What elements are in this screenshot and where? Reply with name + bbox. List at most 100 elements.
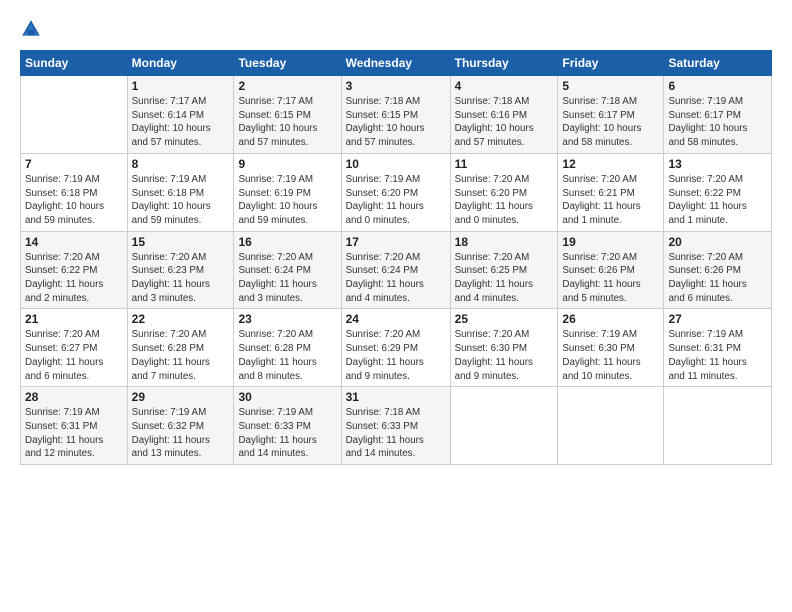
column-header-wednesday: Wednesday	[341, 51, 450, 76]
day-number: 23	[238, 312, 336, 326]
calendar-cell: 5Sunrise: 7:18 AM Sunset: 6:17 PM Daylig…	[558, 76, 664, 154]
column-header-saturday: Saturday	[664, 51, 772, 76]
day-info: Sunrise: 7:19 AM Sunset: 6:20 PM Dayligh…	[346, 173, 446, 228]
day-info: Sunrise: 7:17 AM Sunset: 6:15 PM Dayligh…	[238, 95, 336, 150]
day-number: 19	[562, 235, 659, 249]
day-info: Sunrise: 7:20 AM Sunset: 6:29 PM Dayligh…	[346, 328, 446, 383]
calendar-week-4: 21 Sunrise: 7:20 AM Sunset: 6:27 PM Dayli…	[21, 309, 772, 387]
day-info: Sunrise: 7:19 AM Sunset: 6:30 PM Dayligh…	[562, 328, 659, 383]
day-info: Sunrise: 7:20 AM Sunset: 6:24 PM Dayligh…	[238, 251, 336, 306]
day-info: Sunrise: 7:19 AM Sunset: 6:18 PM Dayligh…	[132, 173, 230, 228]
day-info: Sunrise: 7:19 AM Sunset: 6:19 PM Dayligh…	[238, 173, 336, 228]
day-number: 13	[668, 157, 767, 171]
day-info: Sunrise: 7:18 AM Sunset: 6:15 PM Dayligh…	[346, 95, 446, 150]
calendar-cell	[21, 76, 128, 154]
day-info: Sunrise: 7:19 AM Sunset: 6:31 PM Dayligh…	[668, 328, 767, 383]
calendar-week-2: 7 Sunrise: 7:19 AM Sunset: 6:18 PM Daylig…	[21, 153, 772, 231]
calendar-cell: 30 Sunrise: 7:19 AM Sunset: 6:33 PM Dayli…	[234, 387, 341, 465]
calendar-cell: 11 Sunrise: 7:20 AM Sunset: 6:20 PM Dayli…	[450, 153, 558, 231]
calendar-cell: 15Sunrise: 7:20 AM Sunset: 6:23 PM Dayli…	[127, 231, 234, 309]
day-number: 17	[346, 235, 446, 249]
calendar-cell: 31 Sunrise: 7:18 AM Sunset: 6:33 PM Dayli…	[341, 387, 450, 465]
day-info: Sunrise: 7:20 AM Sunset: 6:28 PM Dayligh…	[132, 328, 230, 383]
calendar-week-3: 14Sunrise: 7:20 AM Sunset: 6:22 PM Dayli…	[21, 231, 772, 309]
calendar-cell: 6 Sunrise: 7:19 AM Sunset: 6:17 PM Daylig…	[664, 76, 772, 154]
calendar-cell: 19 Sunrise: 7:20 AM Sunset: 6:26 PM Dayli…	[558, 231, 664, 309]
day-info: Sunrise: 7:20 AM Sunset: 6:20 PM Dayligh…	[455, 173, 554, 228]
day-info: Sunrise: 7:20 AM Sunset: 6:26 PM Dayligh…	[562, 251, 659, 306]
calendar-cell: 25Sunrise: 7:20 AM Sunset: 6:30 PM Dayli…	[450, 309, 558, 387]
calendar-cell	[664, 387, 772, 465]
logo-icon	[20, 18, 42, 40]
day-info: Sunrise: 7:19 AM Sunset: 6:18 PM Dayligh…	[25, 173, 123, 228]
day-info: Sunrise: 7:20 AM Sunset: 6:21 PM Dayligh…	[562, 173, 659, 228]
calendar-cell: 27 Sunrise: 7:19 AM Sunset: 6:31 PM Dayli…	[664, 309, 772, 387]
day-number: 6	[668, 79, 767, 93]
calendar-cell: 9Sunrise: 7:19 AM Sunset: 6:19 PM Daylig…	[234, 153, 341, 231]
calendar-body: 1 Sunrise: 7:17 AM Sunset: 6:14 PM Daylig…	[21, 76, 772, 465]
calendar-cell	[450, 387, 558, 465]
calendar-cell: 18 Sunrise: 7:20 AM Sunset: 6:25 PM Dayli…	[450, 231, 558, 309]
calendar-cell: 2 Sunrise: 7:17 AM Sunset: 6:15 PM Daylig…	[234, 76, 341, 154]
calendar-cell: 20 Sunrise: 7:20 AM Sunset: 6:26 PM Dayli…	[664, 231, 772, 309]
calendar-cell: 4 Sunrise: 7:18 AM Sunset: 6:16 PM Daylig…	[450, 76, 558, 154]
calendar-cell: 13 Sunrise: 7:20 AM Sunset: 6:22 PM Dayli…	[664, 153, 772, 231]
day-number: 2	[238, 79, 336, 93]
day-number: 29	[132, 390, 230, 404]
calendar-cell: 10 Sunrise: 7:19 AM Sunset: 6:20 PM Dayli…	[341, 153, 450, 231]
day-info: Sunrise: 7:20 AM Sunset: 6:24 PM Dayligh…	[346, 251, 446, 306]
calendar-cell: 16 Sunrise: 7:20 AM Sunset: 6:24 PM Dayli…	[234, 231, 341, 309]
day-info: Sunrise: 7:18 AM Sunset: 6:16 PM Dayligh…	[455, 95, 554, 150]
calendar-cell	[558, 387, 664, 465]
day-number: 4	[455, 79, 554, 93]
day-number: 31	[346, 390, 446, 404]
day-number: 11	[455, 157, 554, 171]
day-number: 26	[562, 312, 659, 326]
day-number: 10	[346, 157, 446, 171]
day-info: Sunrise: 7:19 AM Sunset: 6:17 PM Dayligh…	[668, 95, 767, 150]
calendar-cell: 8Sunrise: 7:19 AM Sunset: 6:18 PM Daylig…	[127, 153, 234, 231]
day-number: 30	[238, 390, 336, 404]
day-info: Sunrise: 7:20 AM Sunset: 6:28 PM Dayligh…	[238, 328, 336, 383]
day-number: 12	[562, 157, 659, 171]
column-header-thursday: Thursday	[450, 51, 558, 76]
day-number: 3	[346, 79, 446, 93]
day-number: 27	[668, 312, 767, 326]
column-header-sunday: Sunday	[21, 51, 128, 76]
day-info: Sunrise: 7:18 AM Sunset: 6:17 PM Dayligh…	[562, 95, 659, 150]
calendar-header-row: SundayMondayTuesdayWednesdayThursdayFrid…	[21, 51, 772, 76]
calendar-cell: 23 Sunrise: 7:20 AM Sunset: 6:28 PM Dayli…	[234, 309, 341, 387]
day-info: Sunrise: 7:19 AM Sunset: 6:32 PM Dayligh…	[132, 406, 230, 461]
day-info: Sunrise: 7:20 AM Sunset: 6:25 PM Dayligh…	[455, 251, 554, 306]
day-number: 1	[132, 79, 230, 93]
day-info: Sunrise: 7:20 AM Sunset: 6:26 PM Dayligh…	[668, 251, 767, 306]
calendar-cell: 21 Sunrise: 7:20 AM Sunset: 6:27 PM Dayli…	[21, 309, 128, 387]
day-info: Sunrise: 7:18 AM Sunset: 6:33 PM Dayligh…	[346, 406, 446, 461]
calendar-cell: 22Sunrise: 7:20 AM Sunset: 6:28 PM Dayli…	[127, 309, 234, 387]
day-number: 28	[25, 390, 123, 404]
calendar-table: SundayMondayTuesdayWednesdayThursdayFrid…	[20, 50, 772, 465]
day-info: Sunrise: 7:20 AM Sunset: 6:22 PM Dayligh…	[25, 251, 123, 306]
calendar-cell: 28 Sunrise: 7:19 AM Sunset: 6:31 PM Dayli…	[21, 387, 128, 465]
day-info: Sunrise: 7:20 AM Sunset: 6:30 PM Dayligh…	[455, 328, 554, 383]
column-header-monday: Monday	[127, 51, 234, 76]
day-info: Sunrise: 7:19 AM Sunset: 6:33 PM Dayligh…	[238, 406, 336, 461]
day-number: 7	[25, 157, 123, 171]
logo-area	[20, 18, 44, 40]
column-header-tuesday: Tuesday	[234, 51, 341, 76]
day-number: 18	[455, 235, 554, 249]
day-info: Sunrise: 7:20 AM Sunset: 6:27 PM Dayligh…	[25, 328, 123, 383]
calendar-week-5: 28 Sunrise: 7:19 AM Sunset: 6:31 PM Dayli…	[21, 387, 772, 465]
calendar-cell: 3 Sunrise: 7:18 AM Sunset: 6:15 PM Daylig…	[341, 76, 450, 154]
day-number: 16	[238, 235, 336, 249]
day-info: Sunrise: 7:20 AM Sunset: 6:23 PM Dayligh…	[132, 251, 230, 306]
day-info: Sunrise: 7:19 AM Sunset: 6:31 PM Dayligh…	[25, 406, 123, 461]
day-number: 20	[668, 235, 767, 249]
calendar-cell: 7 Sunrise: 7:19 AM Sunset: 6:18 PM Daylig…	[21, 153, 128, 231]
day-info: Sunrise: 7:17 AM Sunset: 6:14 PM Dayligh…	[132, 95, 230, 150]
day-number: 24	[346, 312, 446, 326]
calendar-cell: 26 Sunrise: 7:19 AM Sunset: 6:30 PM Dayli…	[558, 309, 664, 387]
day-number: 21	[25, 312, 123, 326]
day-info: Sunrise: 7:20 AM Sunset: 6:22 PM Dayligh…	[668, 173, 767, 228]
calendar-cell: 1 Sunrise: 7:17 AM Sunset: 6:14 PM Daylig…	[127, 76, 234, 154]
